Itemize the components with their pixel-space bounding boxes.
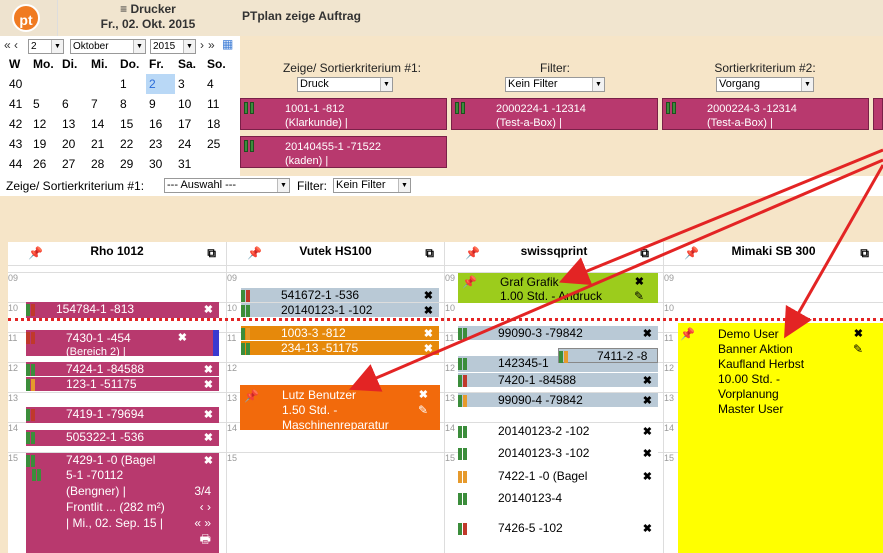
annotation-arrows	[348, 148, 883, 392]
annotation-arrow	[348, 158, 883, 392]
annotation-arrow	[784, 164, 883, 339]
annotation-arrow	[558, 148, 883, 286]
